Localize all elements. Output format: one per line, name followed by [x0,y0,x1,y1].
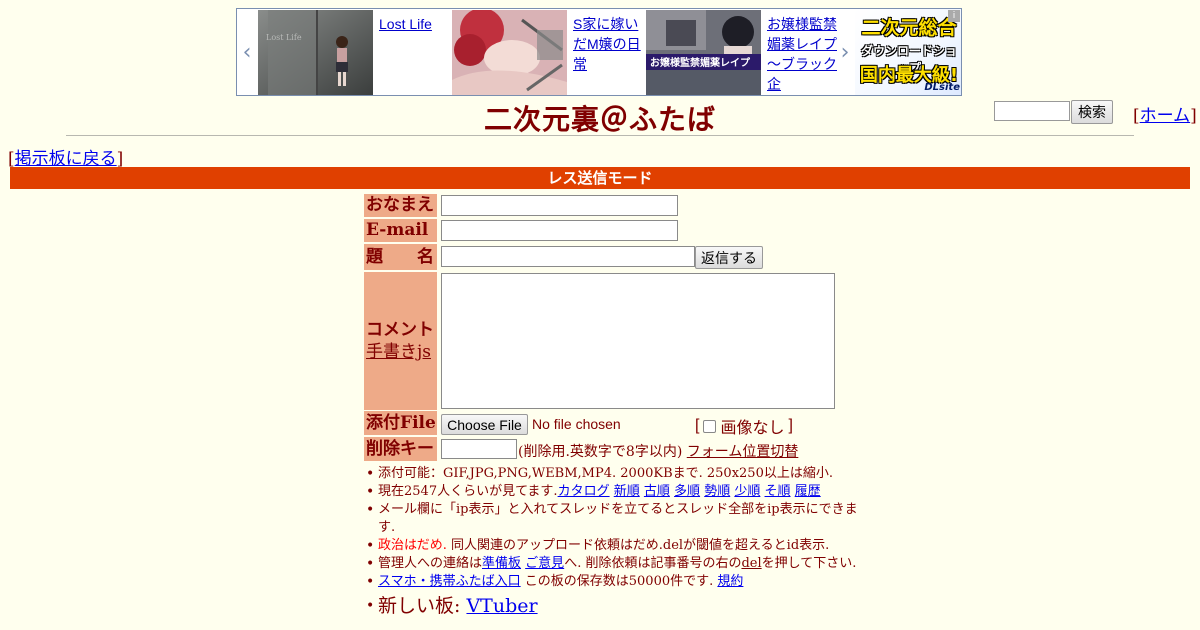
sort-new-link[interactable]: 新順 [614,484,640,499]
ad-link-3[interactable]: お嬢様監禁媚薬レイプ～ブラック企 [767,14,839,94]
new-board-vtuber-link[interactable]: VTuber [466,595,537,617]
comment-label-cell: コメント 手書きjs [364,272,437,410]
ad-thumb-text-1: Lost Life [266,33,302,42]
email-input[interactable] [441,220,678,241]
sort-old-link[interactable]: 古順 [644,484,670,499]
form-position-toggle-link[interactable]: フォーム位置切替 [687,444,799,460]
delete-key-note: (削除用.英数字で8字以内) [518,444,683,460]
dlsite-logo: DLsite [924,82,960,93]
catalog-link[interactable]: カタログ [558,484,610,499]
list-item: 添付可能：GIF,JPG,PNG,WEBM,MP4. 2000KBまで. 250… [364,465,864,483]
choose-file-button[interactable]: Choose File [441,414,528,435]
ad-thumbnail-1[interactable]: Lost Life [258,10,373,95]
back-to-board-link[interactable]: 掲示板に戻る [15,149,117,169]
page-title: 二次元裏＠ふたば [483,103,716,136]
list-item: 現在2547人くらいが見てます.カタログ 新順 古順 多順 勢順 少順 そ順 履… [364,483,864,501]
no-image-checkbox[interactable] [703,419,717,433]
ad-info-icon[interactable]: i [948,10,960,22]
feedback-link[interactable]: ご意見 [525,556,564,571]
list-item: スマホ・携帯ふたば入口 この板の保存数は50000件です. 規約 [364,573,864,591]
chevron-right-icon[interactable]: › [835,9,855,95]
ad-link-1[interactable]: Lost Life [379,14,451,34]
comment-textarea[interactable] [441,273,835,409]
list-item: 管理人への連絡は準備板 ご意見へ. 削除依頼は記事番号の右のdelを押して下さい… [364,555,864,573]
delete-key-note-wrapper: (削除用.英数字で8字以内) フォーム位置切替 [518,441,798,461]
list-item: 政治はだめ. 同人関連のアップロード依頼はだめ.delが閾値を超えるとid表示. [364,537,864,555]
ad-thumbnail-3[interactable]: お嬢様監禁媚薬レイプ [646,10,761,95]
ad-banner: ‹ Lost Life Lost Life S家に嫁いだM嬢の日常 お嬢様監禁媚… [236,8,962,96]
sort-so-link[interactable]: そ順 [765,484,791,499]
notes-list: 添付可能：GIF,JPG,PNG,WEBM,MP4. 2000KBまで. 250… [364,465,864,619]
name-input[interactable] [441,195,678,216]
handwrite-js-link[interactable]: 手書きjs [366,342,431,362]
file-label: 添付File [364,411,437,435]
sort-momentum-link[interactable]: 勢順 [704,484,730,499]
dlsite-ad[interactable]: 二次元総合 ダウンロードショップ 国内最大級! DLsite [855,9,961,95]
submit-reply-button[interactable]: 返信する [695,246,763,269]
ad-thumbnail-2[interactable] [452,10,567,95]
password-label: 削除キー [364,437,437,461]
no-image-option: [ 画像なし ] [695,414,793,438]
ad-thumb-text-3: お嬢様監禁媚薬レイプ [650,56,751,69]
file-status-text: No file chosen [532,416,621,432]
ad-link-2[interactable]: S家に嫁いだM嬢の日常 [573,14,645,74]
subject-input[interactable] [441,246,695,267]
back-link-wrapper: [掲示板に戻る] [8,149,124,169]
del-link[interactable]: del [741,556,761,571]
prep-board-link[interactable]: 準備板 [482,556,521,571]
header-divider [66,135,1134,136]
subject-label: 題 名 [364,244,437,270]
no-image-label: 画像なし [720,420,785,437]
comment-label: コメント [366,320,434,340]
delete-key-input[interactable] [441,439,517,459]
rules-link[interactable]: 規約 [717,574,743,589]
sort-many-link[interactable]: 多順 [674,484,700,499]
email-label: E-mail [364,219,437,242]
sort-few-link[interactable]: 少順 [734,484,760,499]
history-link[interactable]: 履歴 [795,484,821,499]
chevron-left-icon[interactable]: ‹ [237,9,257,95]
list-item: 新しい板: VTuber [364,593,864,619]
dlsite-line-1: 二次元総合 [861,17,957,39]
name-label: おなまえ [364,194,437,217]
list-item: メール欄に「ip表示」と入れてスレッドを立てるとスレッド全部をip表示にできます… [364,501,864,537]
mobile-entrance-link[interactable]: スマホ・携帯ふたば入口 [378,574,521,589]
reply-mode-banner: レス送信モード [10,167,1190,189]
